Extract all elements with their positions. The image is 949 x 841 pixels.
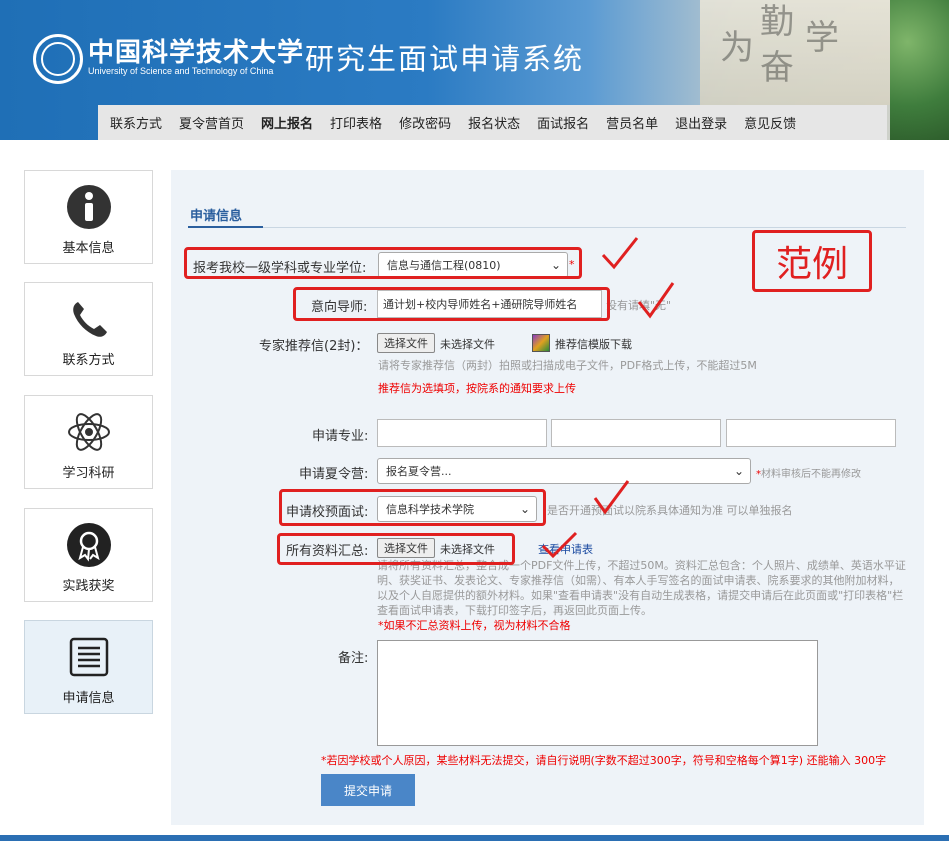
tab-underline (188, 226, 263, 228)
example-label: 范例 (752, 230, 872, 292)
top-nav: 联系方式 夏令营首页 网上报名 打印表格 修改密码 报名状态 面试报名 营员名单… (98, 105, 887, 140)
annotation-box-pre-interview (279, 489, 546, 526)
major-label: 申请专业: (312, 429, 369, 444)
recommend-label: 专家推荐信(2封)： (259, 339, 369, 354)
major-input-3[interactable] (726, 419, 896, 447)
nav-logout[interactable]: 退出登录 (675, 113, 727, 132)
camp-note: 材料审核后不能再修改 (761, 469, 861, 480)
sidebar-item-application-info[interactable]: 申请信息 (24, 620, 153, 714)
sidebar-label: 基本信息 (62, 241, 115, 256)
school-name-en: University of Science and Technology of … (88, 66, 274, 76)
calligraphy-banner: 勤 奋 学 为 (700, 0, 890, 105)
camp-label: 申请夏令营: (299, 467, 369, 482)
major-input-2[interactable] (551, 419, 721, 447)
nav-interview-signup[interactable]: 面试报名 (537, 113, 589, 132)
pre-interview-hint: 是否开通预面试以院系具体通知为准 可以单独报名 (547, 504, 793, 517)
document-icon (65, 633, 113, 681)
tab-divider (188, 227, 906, 228)
all-docs-hint: 请将所有资料汇总，整合成一个PDF文件上传，不超过50M。资料汇总包含：个人照片… (377, 559, 906, 617)
nav-change-password[interactable]: 修改密码 (399, 113, 451, 132)
camp-note-wrap: *材料审核后不能再修改 (756, 465, 861, 480)
recommend-note: 推荐信为选填项，按院系的通知要求上传 (378, 382, 576, 395)
remark-note: *若因学校或个人原因，某些材料无法提交，请自行说明(字数不超过300字，符号和空… (321, 754, 887, 767)
recommend-hint: 请将专家推荐信（两封）拍照或扫描成电子文件，PDF格式上传，不能超过5M (378, 359, 757, 372)
nav-signup-status[interactable]: 报名状态 (468, 113, 520, 132)
sidebar-item-contact[interactable]: 联系方式 (24, 282, 153, 376)
submit-button[interactable]: 提交申请 (321, 774, 415, 806)
all-docs-note: *如果不汇总资料上传，视为材料不合格 (378, 619, 571, 632)
system-title: 研究生面试申请系统 (305, 42, 585, 76)
award-icon (65, 521, 113, 569)
sidebar-label: 学习科研 (62, 466, 115, 481)
sidebar-item-practice-awards[interactable]: 实践获奖 (24, 508, 153, 602)
checkmark-icon (601, 237, 639, 270)
template-download-link[interactable]: 推荐信模版下载 (555, 336, 632, 352)
sidebar-label: 申请信息 (62, 691, 115, 706)
chevron-down-icon: ⌄ (733, 464, 744, 478)
recommend-choose-file-button[interactable]: 选择文件 (377, 333, 435, 353)
nav-print-form[interactable]: 打印表格 (330, 113, 382, 132)
info-icon (65, 183, 113, 231)
camp-select[interactable]: 报名夏令营... ⌄ (377, 458, 751, 484)
tab-application-info[interactable]: 申请信息 (190, 205, 242, 224)
checkmark-icon (637, 282, 675, 319)
annotation-box-advisor (293, 287, 610, 321)
university-logo (33, 34, 83, 84)
nav-member-list[interactable]: 营员名单 (606, 113, 658, 132)
tree-image (890, 0, 949, 140)
camp-value: 报名夏令营... (386, 465, 452, 478)
school-name-cn: 中国科学技术大学 (88, 38, 305, 68)
nav-feedback[interactable]: 意见反馈 (744, 113, 796, 132)
nav-contact[interactable]: 联系方式 (110, 113, 162, 132)
bottom-bar (0, 835, 949, 841)
sidebar-item-study-research[interactable]: 学习科研 (24, 395, 153, 489)
sidebar-label: 联系方式 (62, 353, 115, 368)
checkmark-icon (593, 480, 630, 515)
checkmark-icon (541, 531, 578, 559)
remark-textarea[interactable] (377, 640, 818, 746)
atom-icon (65, 408, 113, 456)
annotation-box-all-docs (277, 533, 515, 565)
rar-icon (532, 334, 550, 352)
annotation-box-discipline (184, 247, 582, 279)
phone-icon (65, 295, 113, 343)
site-header: 勤 奋 学 为 中国科学技术大学 University of Science a… (0, 0, 949, 140)
recommend-no-file: 未选择文件 (440, 338, 495, 351)
sidebar-label: 实践获奖 (62, 579, 115, 594)
sidebar-item-basic-info[interactable]: 基本信息 (24, 170, 153, 264)
nav-online-signup[interactable]: 网上报名 (261, 113, 313, 132)
remark-label: 备注: (338, 651, 369, 666)
nav-camp-home[interactable]: 夏令营首页 (179, 113, 244, 132)
major-input-1[interactable] (377, 419, 547, 447)
